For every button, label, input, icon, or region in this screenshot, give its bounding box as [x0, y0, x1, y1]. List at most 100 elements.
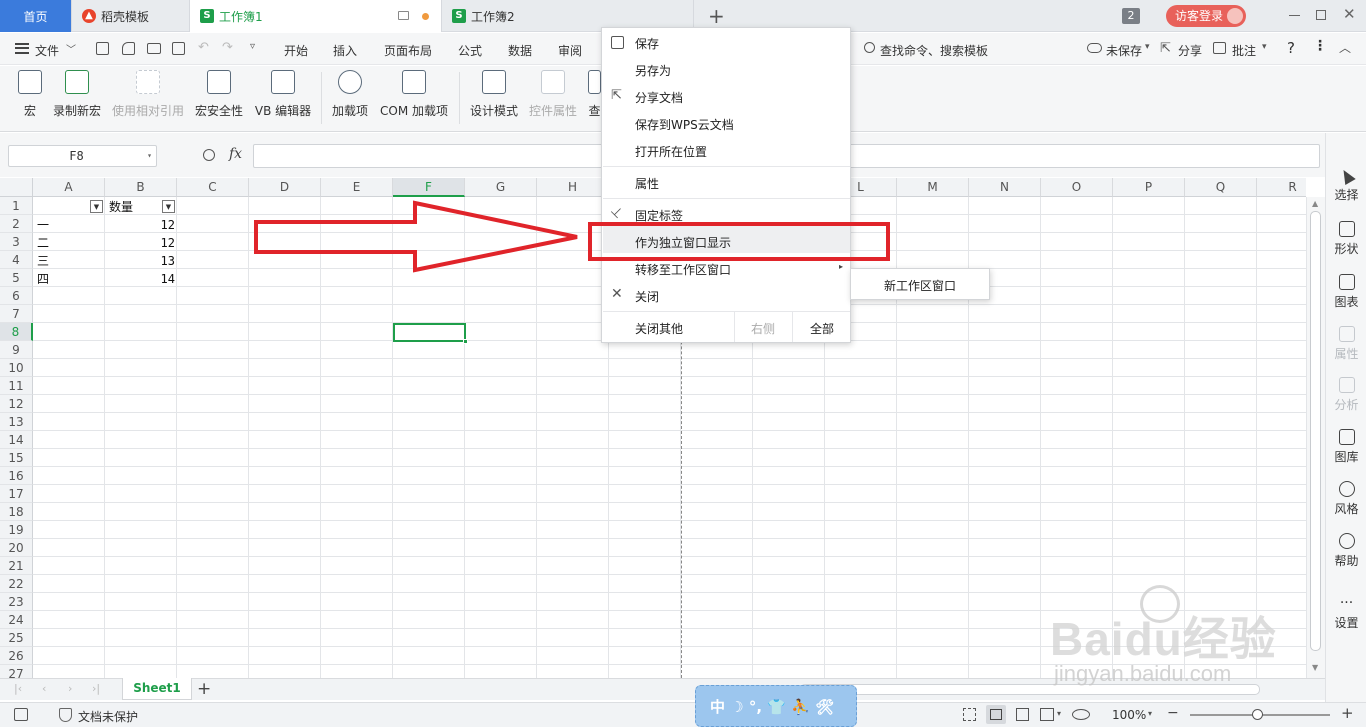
- zoom-search-icon[interactable]: [203, 149, 215, 161]
- row-header-14[interactable]: 14: [0, 431, 33, 449]
- collapse-ribbon-icon[interactable]: ︿: [1339, 39, 1351, 56]
- menu-tab-data[interactable]: 数据: [508, 42, 532, 59]
- share-icon[interactable]: ⇱: [1160, 41, 1171, 56]
- row-header-2[interactable]: 2: [0, 215, 33, 233]
- new-tab-button[interactable]: +: [708, 4, 725, 28]
- fx-icon[interactable]: fx: [229, 146, 242, 162]
- last-sheet-icon[interactable]: ›|: [92, 682, 100, 695]
- ctx-close-all[interactable]: 全部: [810, 320, 834, 337]
- column-header-p[interactable]: P: [1113, 178, 1185, 197]
- row-header-21[interactable]: 21: [0, 557, 33, 575]
- panel-settings[interactable]: ··· 设置: [1326, 596, 1366, 631]
- cell-a4[interactable]: 三: [37, 252, 49, 270]
- column-header-b[interactable]: B: [105, 178, 177, 197]
- column-header-c[interactable]: C: [177, 178, 249, 197]
- row-header-6[interactable]: 6: [0, 287, 33, 305]
- filter-dropdown-b1[interactable]: ▼: [162, 200, 175, 213]
- ime-toolbar[interactable]: 中 ☽ °, 👕 ⛹ 🛠: [695, 685, 857, 727]
- restore-icon[interactable]: [1316, 10, 1326, 20]
- row-header-19[interactable]: 19: [0, 521, 33, 539]
- menu-tab-formula[interactable]: 公式: [458, 42, 482, 59]
- row-header-11[interactable]: 11: [0, 377, 33, 395]
- row-header-9[interactable]: 9: [0, 341, 33, 359]
- select-all-corner[interactable]: [0, 178, 33, 197]
- ctx-move-to-workspace[interactable]: 转移至工作区窗口: [635, 261, 731, 278]
- quick-access-more-icon[interactable]: ▿: [250, 41, 255, 52]
- ctx-open-location[interactable]: 打开所在位置: [635, 143, 707, 160]
- column-header-f[interactable]: F: [393, 178, 465, 197]
- chevron-down-icon[interactable]: ﹀: [66, 41, 76, 56]
- column-header-r[interactable]: R: [1257, 178, 1306, 197]
- macro-record-icon[interactable]: [14, 708, 28, 721]
- first-sheet-icon[interactable]: |‹: [14, 682, 22, 695]
- ctx-save-to-cloud[interactable]: 保存到WPS云文档: [635, 116, 734, 133]
- tab-home[interactable]: 首页: [0, 0, 72, 32]
- command-search-input[interactable]: 查找命令、搜索模板: [880, 42, 988, 59]
- panel-analysis[interactable]: 分析: [1326, 377, 1366, 413]
- export-pdf-icon[interactable]: [122, 42, 135, 55]
- help-icon[interactable]: ?: [1287, 39, 1295, 57]
- file-menu[interactable]: 文件: [35, 42, 59, 59]
- column-header-q[interactable]: Q: [1185, 178, 1257, 197]
- row-header-24[interactable]: 24: [0, 611, 33, 629]
- panel-help[interactable]: 帮助: [1326, 533, 1366, 569]
- submenu-new-workspace[interactable]: 新工作区窗口: [884, 277, 956, 294]
- undo-icon[interactable]: ↶: [198, 40, 209, 55]
- cloud-icon[interactable]: [1087, 43, 1102, 53]
- ctx-share-doc[interactable]: 分享文档: [635, 89, 683, 106]
- next-sheet-icon[interactable]: ›: [68, 682, 72, 695]
- sheet-tab-sheet1[interactable]: Sheet1: [122, 678, 192, 700]
- save-icon[interactable]: [96, 42, 109, 55]
- vb-editor-button[interactable]: VB 编辑器: [254, 70, 312, 119]
- scroll-up-icon[interactable]: ▲: [1312, 199, 1318, 208]
- panel-select[interactable]: 选择: [1326, 166, 1366, 203]
- row-header-13[interactable]: 13: [0, 413, 33, 431]
- macro-security-button[interactable]: 宏安全性: [194, 70, 244, 119]
- row-header-20[interactable]: 20: [0, 539, 33, 557]
- row-header-1[interactable]: 1: [0, 197, 33, 215]
- column-header-g[interactable]: G: [465, 178, 537, 197]
- row-header-5[interactable]: 5: [0, 269, 33, 287]
- chevron-down-icon[interactable]: ▾: [147, 146, 152, 166]
- row-header-26[interactable]: 26: [0, 647, 33, 665]
- column-header-m[interactable]: M: [897, 178, 969, 197]
- fullscreen-icon[interactable]: [963, 708, 976, 721]
- com-addins-button[interactable]: COM 加载项: [378, 70, 450, 119]
- tab-workbook1[interactable]: S 工作簿1: [190, 0, 442, 32]
- row-header-4[interactable]: 4: [0, 251, 33, 269]
- chevron-down-icon[interactable]: ▾: [1148, 709, 1152, 718]
- zoom-slider-thumb[interactable]: [1252, 709, 1263, 720]
- add-sheet-button[interactable]: +: [197, 679, 211, 699]
- row-header-27[interactable]: 27: [0, 665, 33, 678]
- row-header-15[interactable]: 15: [0, 449, 33, 467]
- panel-shape[interactable]: 形状: [1326, 221, 1366, 257]
- chevron-down-icon[interactable]: ▾: [1262, 42, 1267, 52]
- cell-a2[interactable]: 一: [37, 216, 49, 234]
- scroll-down-icon[interactable]: ▼: [1312, 663, 1318, 672]
- cell-b3[interactable]: 12: [106, 234, 175, 252]
- close-window-icon[interactable]: ✕: [1343, 5, 1356, 23]
- menu-tab-home[interactable]: 开始: [284, 42, 308, 59]
- chevron-down-icon[interactable]: ▾: [1057, 709, 1061, 718]
- vertical-scrollbar-track[interactable]: ▲ ▼: [1306, 197, 1325, 678]
- control-properties-button[interactable]: 控件属性: [528, 70, 578, 119]
- unsaved-status-button[interactable]: 未保存: [1106, 42, 1142, 59]
- cell-a5[interactable]: 四: [37, 270, 49, 288]
- visitor-login-button[interactable]: 访客登录: [1166, 5, 1246, 27]
- row-header-3[interactable]: 3: [0, 233, 33, 251]
- ctx-close-right[interactable]: 右侧: [751, 320, 775, 337]
- zoom-level[interactable]: 100%: [1112, 708, 1146, 722]
- column-header-a[interactable]: A: [33, 178, 105, 197]
- panel-chart[interactable]: 图表: [1326, 274, 1366, 310]
- scrollbar-thumb[interactable]: [1310, 211, 1321, 651]
- macro-button[interactable]: 宏: [18, 70, 42, 119]
- print-icon[interactable]: [147, 43, 161, 54]
- row-header-7[interactable]: 7: [0, 305, 33, 323]
- name-box[interactable]: F8 ▾: [8, 145, 157, 167]
- selected-cell-f8[interactable]: [393, 323, 466, 342]
- row-header-12[interactable]: 12: [0, 395, 33, 413]
- ctx-save-as[interactable]: 另存为: [635, 62, 671, 79]
- page-break-preview-icon[interactable]: [1040, 708, 1054, 721]
- panel-style[interactable]: 风格: [1326, 481, 1366, 517]
- cell-b2[interactable]: 12: [106, 216, 175, 234]
